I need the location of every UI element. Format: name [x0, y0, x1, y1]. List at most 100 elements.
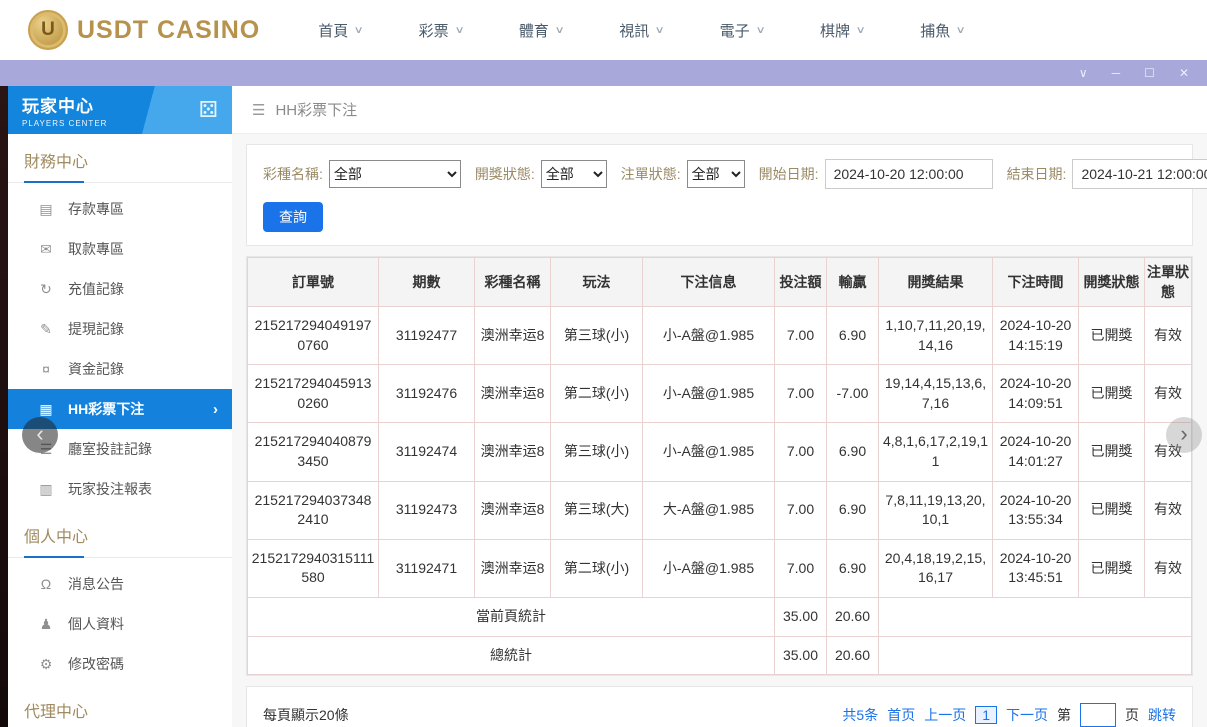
brand-name: USDT CASINO [77, 16, 260, 45]
chevron-down-icon: ∨ [956, 25, 966, 36]
sidebar-item-profile[interactable]: ♟個人資料 [8, 604, 232, 644]
section-title-finance: 財務中心 [24, 148, 216, 172]
dice-icon: ⚄ [199, 97, 218, 123]
end-date-input[interactable] [1072, 159, 1207, 189]
cell-order-id: 2152172940373482410 [248, 481, 379, 539]
players-center-title: 玩家中心 [22, 92, 107, 117]
col-header-win-loss: 輸贏 [827, 258, 879, 307]
prev-page-link[interactable]: 上一页 [924, 705, 966, 725]
cell-draw-status: 已開獎 [1079, 423, 1145, 481]
search-button[interactable]: 查詢 [263, 202, 323, 232]
sidebar-item-withdraw[interactable]: ✉取款專區 [8, 229, 232, 269]
person-icon: ♟ [38, 616, 54, 633]
coin-letter: U [41, 19, 55, 41]
start-date-label: 開始日期: [759, 164, 819, 184]
sidebar-item-announcements[interactable]: Ω消息公告 [8, 564, 232, 604]
lottery-name-select[interactable]: 全部 [329, 160, 461, 188]
col-header-lottery: 彩種名稱 [475, 258, 551, 307]
nav-item-sports[interactable]: 體育∨ [519, 20, 563, 41]
sidebar-item-change-password[interactable]: ⚙修改密碼 [8, 644, 232, 684]
collapse-sidebar-button[interactable]: ‹ [22, 417, 58, 453]
app-window: U USDT CASINO 首頁∨ 彩票∨ 體育∨ 視訊∨ 電子∨ 棋牌∨ 捕魚… [0, 0, 1207, 727]
current-page[interactable]: 1 [975, 706, 997, 724]
nav-item-label: 捕魚 [920, 20, 950, 41]
lottery-name-label: 彩種名稱: [263, 164, 323, 184]
bet-status-group: 全部 [687, 160, 745, 188]
cell-bet-status: 有效 [1145, 365, 1192, 423]
window-minimize-icon[interactable]: ─ [1112, 67, 1121, 79]
col-header-result: 開獎結果 [879, 258, 993, 307]
nav-item-live[interactable]: 視訊∨ [619, 20, 663, 41]
section-title-agent: 代理中心 [24, 698, 216, 722]
sidebar-item-funds-record[interactable]: ¤資金記錄 [8, 349, 232, 389]
nav-item-fishing[interactable]: 捕魚 ∨ [920, 20, 964, 41]
start-date-input[interactable] [825, 159, 993, 189]
nav-item-label: 電子 [720, 20, 750, 41]
window-collapse-icon[interactable]: ∨ [1079, 67, 1088, 79]
cell-amount: 7.00 [775, 307, 827, 365]
sidebar-item-deposit[interactable]: ▤存款專區 [8, 189, 232, 229]
nav-item-lottery[interactable]: 彩票∨ [419, 20, 463, 41]
chevron-down-icon: ∨ [655, 25, 665, 36]
jump-page-input[interactable] [1080, 703, 1116, 727]
table-panel: 訂單號 期數 彩種名稱 玩法 下注信息 投注額 輸贏 開獎結果 下注時間 開獎狀… [246, 256, 1193, 676]
jump-suffix: 页 [1125, 705, 1139, 725]
cell-draw-status: 已開獎 [1079, 365, 1145, 423]
col-header-bet-time: 下注時間 [993, 258, 1079, 307]
withdrawal-record-icon: ✎ [38, 321, 54, 338]
main-nav: 首頁∨ 彩票∨ 體育∨ 視訊∨ 電子∨ 棋牌∨ 捕魚∨ [318, 20, 964, 41]
cell-order-id: 2152172940491970760 [248, 307, 379, 365]
sidebar-item-recharge-record[interactable]: ↻充值記錄 [8, 269, 232, 309]
cell-period: 31192477 [379, 307, 475, 365]
sidebar-item-label: 提現記錄 [68, 319, 124, 339]
brand-logo[interactable]: U USDT CASINO [28, 10, 260, 50]
jump-button[interactable]: 跳转 [1148, 705, 1176, 725]
end-date-label: 結束日期: [1007, 164, 1067, 184]
cell-result: 1,10,7,11,20,19,14,16 [879, 307, 993, 365]
lottery-bet-icon: ▦ [38, 401, 54, 418]
cell-period: 31192471 [379, 539, 475, 597]
expand-panel-button[interactable]: › [1166, 417, 1202, 453]
window-maximize-icon[interactable]: ☐ [1144, 67, 1155, 79]
table-header-row: 訂單號 期數 彩種名稱 玩法 下注信息 投注額 輸贏 開獎結果 下注時間 開獎狀… [248, 258, 1192, 307]
next-page-link[interactable]: 下一页 [1006, 705, 1048, 725]
section-title-personal: 個人中心 [24, 523, 216, 547]
cell-amount: 7.00 [775, 539, 827, 597]
draw-status-select[interactable]: 全部 [541, 160, 607, 188]
cell-order-id: 2152172940459130260 [248, 365, 379, 423]
sidebar-item-label: HH彩票下注 [68, 399, 144, 419]
gear-icon: ⚙ [38, 656, 54, 673]
col-header-bet-info: 下注信息 [643, 258, 775, 307]
recharge-record-icon: ↻ [38, 281, 54, 298]
table-row: 2152172940315111580 31192471 澳洲幸运8 第二球(小… [248, 539, 1192, 597]
sidebar-item-player-report[interactable]: ▥玩家投注報表 [8, 469, 232, 509]
window-titlebar: ∨ ─ ☐ ✕ [0, 60, 1207, 86]
table-row: 2152172940459130260 31192476 澳洲幸运8 第二球(小… [248, 365, 1192, 423]
cell-bet-time: 2024-10-20 13:45:51 [993, 539, 1079, 597]
summary-total-amount: 35.00 [775, 636, 827, 675]
menu-icon[interactable]: ☰ [252, 101, 265, 119]
nav-item-home[interactable]: 首頁∨ [318, 20, 362, 41]
nav-item-slots[interactable]: 電子∨ [720, 20, 764, 41]
table-row: 2152172940373482410 31192473 澳洲幸运8 第三球(大… [248, 481, 1192, 539]
sidebar-item-withdrawal-record[interactable]: ✎ 提現記錄 [8, 309, 232, 349]
summary-page-label: 當前頁統計 [248, 597, 775, 636]
sidebar-item-label: 存款專區 [68, 199, 124, 219]
chevron-down-icon: ∨ [856, 25, 866, 36]
jump-prefix: 第 [1057, 705, 1071, 725]
draw-status-group: 全部 [541, 160, 607, 188]
cell-bet-info: 小-A盤@1.985 [643, 423, 775, 481]
bet-status-select[interactable]: 全部 [687, 160, 745, 188]
pager: 共5条 首页 上一页 1 下一页 第 页 跳转 [842, 703, 1176, 727]
first-page-link[interactable]: 首页 [887, 705, 915, 725]
filter-row: 彩種名稱: 全部 開獎狀態: 全部 注單狀態: [263, 159, 1176, 189]
chevron-down-icon: ∨ [354, 25, 364, 36]
cell-amount: 7.00 [775, 423, 827, 481]
section-personal-header: 個人中心 [8, 509, 232, 558]
personal-menu: Ω消息公告 ♟個人資料 ⚙修改密碼 [8, 564, 232, 684]
cell-win-loss: 6.90 [827, 481, 879, 539]
cell-period: 31192473 [379, 481, 475, 539]
window-close-icon[interactable]: ✕ [1179, 67, 1189, 79]
nav-item-cards[interactable]: 棋牌∨ [820, 20, 864, 41]
col-header-play: 玩法 [551, 258, 643, 307]
